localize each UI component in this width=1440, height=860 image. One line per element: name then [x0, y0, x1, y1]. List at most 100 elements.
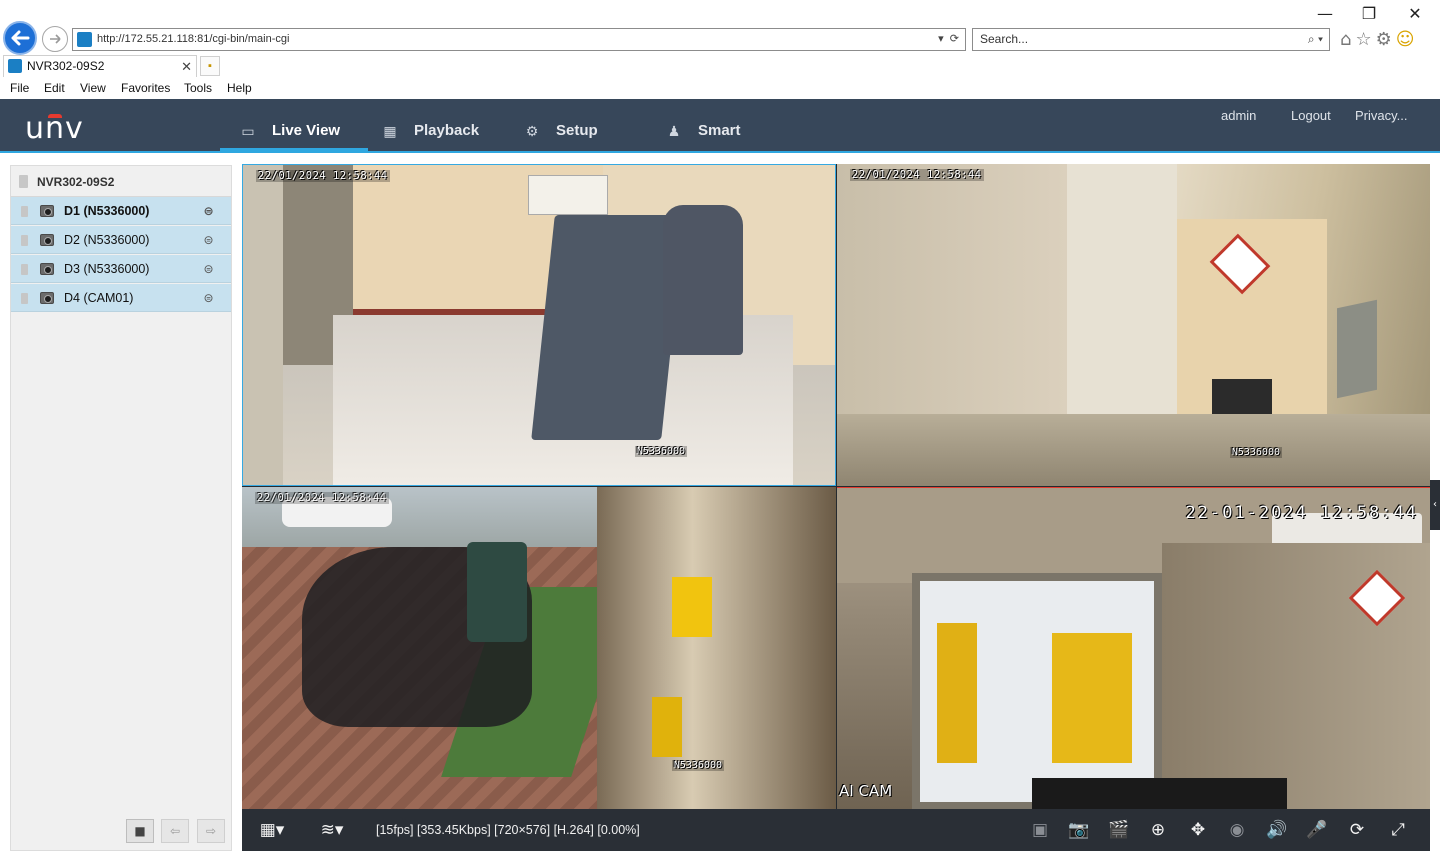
restore-button[interactable]: ❐: [1354, 4, 1384, 24]
monitor-icon: ▭: [241, 124, 255, 140]
channel-status-icon: [21, 293, 28, 304]
next-page-button[interactable]: ⇨: [197, 819, 225, 843]
camera-row-d4[interactable]: D4 (CAM01) ⊜: [11, 284, 231, 312]
camera-row-d3[interactable]: D3 (N5336000) ⊜: [11, 255, 231, 283]
layout-grid-icon[interactable]: ▦▾: [254, 820, 290, 840]
stream-mode-icon[interactable]: ≋▾: [314, 820, 350, 840]
camera-row-d1[interactable]: D1 (N5336000) ⊜: [11, 197, 231, 225]
video-adjust-icon[interactable]: ▣: [1027, 820, 1053, 840]
back-button[interactable]: [3, 21, 37, 55]
record-settings-icon[interactable]: ⊜: [199, 291, 218, 305]
snapshot-camera-icon[interactable]: 📷: [1066, 820, 1092, 840]
privacy-link[interactable]: Privacy...: [1355, 108, 1408, 123]
site-favicon-icon: [77, 32, 92, 47]
channel-status-icon: [21, 235, 28, 246]
collapse-panel-tab[interactable]: ‹: [1430, 480, 1440, 530]
nav-live-view[interactable]: ▭ Live View: [219, 99, 369, 151]
nvr-name: NVR302-09S2: [37, 175, 115, 189]
channel-status-icon: [21, 264, 28, 275]
live-view-area: 22/01/2024 12:58:44 N5336000 22/01/2024 …: [242, 164, 1430, 851]
menu-file[interactable]: File: [10, 81, 29, 95]
logo-accent: [48, 114, 62, 118]
tab-strip: NVR302-09S2 ✕ ▪: [0, 55, 1440, 77]
camera-icon: [40, 205, 54, 217]
close-window-button[interactable]: ✕: [1400, 4, 1430, 24]
record-settings-icon[interactable]: ⊜: [199, 204, 218, 218]
tile-channel-label: N5336000: [634, 446, 687, 457]
tile-timestamp: 22/01/2024 12:58:44: [256, 170, 390, 182]
live-view-control-bar: ▦▾ ≋▾ [15fps] [353.45Kbps] [720×576] [H.…: [242, 809, 1430, 851]
record-settings-icon[interactable]: ⊜: [199, 233, 218, 247]
film-icon: ▦: [383, 124, 397, 140]
user-name-link[interactable]: admin: [1221, 108, 1256, 123]
fisheye-icon[interactable]: ◉: [1224, 820, 1250, 840]
camera-icon: [40, 234, 54, 246]
ptz-control-icon[interactable]: ✥: [1185, 820, 1211, 840]
fullscreen-icon[interactable]: ⤢: [1385, 820, 1411, 840]
address-bar[interactable]: http://172.55.21.118:81/cgi-bin/main-cgi…: [72, 28, 966, 51]
menu-view[interactable]: View: [80, 81, 106, 95]
gear-icon: ⚙: [525, 124, 539, 140]
browser-tab[interactable]: NVR302-09S2 ✕: [3, 55, 197, 77]
camera-row-d2[interactable]: D2 (N5336000) ⊜: [11, 226, 231, 254]
nav-playback-label: Playback: [414, 122, 480, 139]
favorites-star-icon[interactable]: ☆: [1355, 29, 1375, 50]
tile-timestamp: 22-01-2024 12:58:44: [1185, 503, 1418, 523]
previous-page-button[interactable]: ⇦: [161, 819, 189, 843]
video-tile-2[interactable]: 22/01/2024 12:58:44 N5336000: [837, 164, 1430, 486]
browser-titlebar: — ❐ ✕: [0, 0, 1440, 28]
record-settings-icon[interactable]: ⊜: [199, 262, 218, 276]
nav-smart[interactable]: ♟ Smart: [666, 99, 741, 151]
scene-notice: [528, 175, 608, 215]
scene-atm-machine: [531, 215, 685, 440]
menu-tools[interactable]: Tools: [184, 81, 212, 95]
camera-label: D1 (N5336000): [64, 204, 150, 218]
3d-positioning-icon[interactable]: ⟳: [1344, 820, 1370, 840]
video-tile-1[interactable]: 22/01/2024 12:58:44 N5336000: [242, 164, 836, 486]
new-tab-button[interactable]: ▪: [200, 56, 220, 76]
nav-playback[interactable]: ▦ Playback: [382, 99, 479, 151]
tile-channel-label: AI CAM: [839, 782, 893, 800]
nvr-node[interactable]: NVR302-09S2: [11, 166, 231, 197]
channel-status-icon: [21, 206, 28, 217]
menu-help[interactable]: Help: [227, 81, 252, 95]
digital-zoom-icon[interactable]: ⊕: [1145, 820, 1171, 840]
home-icon[interactable]: ⌂: [1340, 29, 1355, 50]
close-tab-icon[interactable]: ✕: [181, 56, 192, 77]
microphone-icon[interactable]: 🎤: [1304, 820, 1330, 840]
forward-button[interactable]: [42, 26, 68, 52]
scene-electrical-box: [1337, 299, 1377, 399]
scene-pnb-letters: [1052, 633, 1132, 763]
arrow-right-icon: [50, 34, 61, 44]
menu-edit[interactable]: Edit: [44, 81, 65, 95]
feedback-smiley-icon[interactable]: ☺: [1396, 29, 1419, 50]
scene-wall: [243, 165, 283, 485]
camera-icon: [40, 263, 54, 275]
video-tile-3[interactable]: 22/01/2024 12:58:44 N5336000: [242, 487, 836, 809]
search-icon[interactable]: ⌕ ▾: [1308, 29, 1323, 50]
app-header: unv ▭ Live View ▦ Playback ⚙ Setup ♟ Smart a…: [0, 99, 1440, 153]
nvr-device-icon: [19, 175, 28, 188]
search-input[interactable]: Search... ⌕ ▾: [972, 28, 1330, 51]
minimize-button[interactable]: —: [1310, 4, 1340, 24]
tile-timestamp: 22/01/2024 12:58:44: [255, 492, 389, 504]
menu-favorites[interactable]: Favorites: [121, 81, 170, 95]
logout-link[interactable]: Logout: [1291, 108, 1331, 123]
tile-channel-label: N5336000: [671, 760, 724, 771]
search-placeholder: Search...: [980, 32, 1029, 46]
device-tree-panel: NVR302-09S2 D1 (N5336000) ⊜ D2 (N5336000…: [10, 165, 232, 851]
record-clip-icon[interactable]: 🎬: [1106, 820, 1132, 840]
arrow-left-icon: [11, 30, 30, 46]
nav-setup[interactable]: ⚙ Setup: [524, 99, 598, 151]
scene-yellow-letter: [672, 577, 712, 637]
camera-label: D4 (CAM01): [64, 291, 134, 305]
video-tile-4[interactable]: 22-01-2024 12:58:44 AI CAM: [837, 487, 1430, 809]
stop-all-button[interactable]: ■: [126, 819, 154, 843]
speaker-volume-icon[interactable]: 🔊: [1264, 820, 1290, 840]
scene-yellow-letter: [652, 697, 682, 757]
tile-channel-label: N5336000: [1229, 447, 1282, 458]
refresh-icon[interactable]: ▾ ⟳: [938, 29, 959, 50]
settings-gear-icon[interactable]: ⚙: [1376, 29, 1396, 50]
stream-info-text: [15fps] [353.45Kbps] [720×576] [H.264] […: [376, 823, 640, 837]
person-icon: ♟: [667, 124, 681, 140]
